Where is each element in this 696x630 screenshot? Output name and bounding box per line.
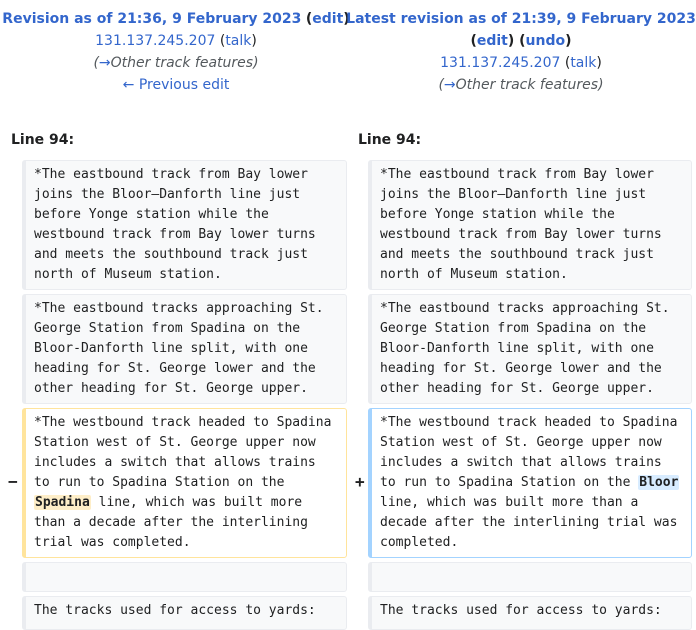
- new-summary-text: Other track features: [455, 77, 599, 93]
- new-context-line: *The eastbound track from Bay lower join…: [368, 160, 692, 290]
- new-user-link[interactable]: 131.137.245.207: [440, 55, 560, 71]
- previous-edit-link[interactable]: ← Previous edit: [123, 77, 230, 93]
- new-summary-section-link[interactable]: →: [444, 77, 456, 93]
- old-empty-line: [22, 562, 347, 592]
- deleted-text: *The westbound track headed to Spadina S…: [34, 415, 340, 490]
- old-edit-link[interactable]: edit: [312, 11, 343, 27]
- new-line-number: Line 94:: [358, 132, 422, 148]
- added-word: Bloor: [638, 475, 680, 490]
- old-talk-link[interactable]: talk: [225, 33, 251, 49]
- old-context-line: *The eastbound tracks approaching St. Ge…: [22, 294, 347, 404]
- addition-marker: +: [355, 472, 365, 491]
- new-revision-header: Latest revision as of 21:39, 9 February …: [346, 8, 696, 96]
- deleted-line: *The westbound track headed to Spadina S…: [22, 408, 347, 558]
- new-talk-link[interactable]: talk: [570, 55, 596, 71]
- old-context-line: *The eastbound track from Bay lower join…: [22, 160, 347, 290]
- old-context-line: The tracks used for access to yards:: [22, 596, 347, 630]
- paren: ): [565, 33, 572, 49]
- new-context-line: *The eastbound tracks approaching St. Ge…: [368, 294, 692, 404]
- added-line: *The westbound track headed to Spadina S…: [368, 408, 692, 558]
- new-context-line: The tracks used for access to yards:: [368, 596, 692, 630]
- deletion-marker: −: [8, 472, 18, 491]
- paren: ): [251, 33, 257, 49]
- old-revision-header: Revision as of 21:36, 9 February 2023 (e…: [0, 8, 352, 96]
- new-revision-link[interactable]: Latest revision as of 21:39, 9 February …: [346, 11, 696, 27]
- new-edit-summary: (→Other track features): [438, 77, 604, 93]
- old-revision-link[interactable]: Revision as of 21:36, 9 February 2023: [2, 11, 301, 27]
- old-summary-text: Other track features: [110, 55, 254, 71]
- deleted-word: Spadina: [34, 495, 91, 510]
- undo-link[interactable]: undo: [526, 33, 566, 49]
- old-user-link[interactable]: 131.137.245.207: [95, 33, 215, 49]
- paren: ): [596, 55, 602, 71]
- paren: ) (: [507, 33, 526, 49]
- new-edit-link[interactable]: edit: [477, 33, 508, 49]
- old-edit-summary: (→Other track features): [93, 55, 259, 71]
- new-empty-line: [368, 562, 692, 592]
- old-summary-section-link[interactable]: →: [99, 55, 111, 71]
- old-line-number: Line 94:: [11, 132, 75, 148]
